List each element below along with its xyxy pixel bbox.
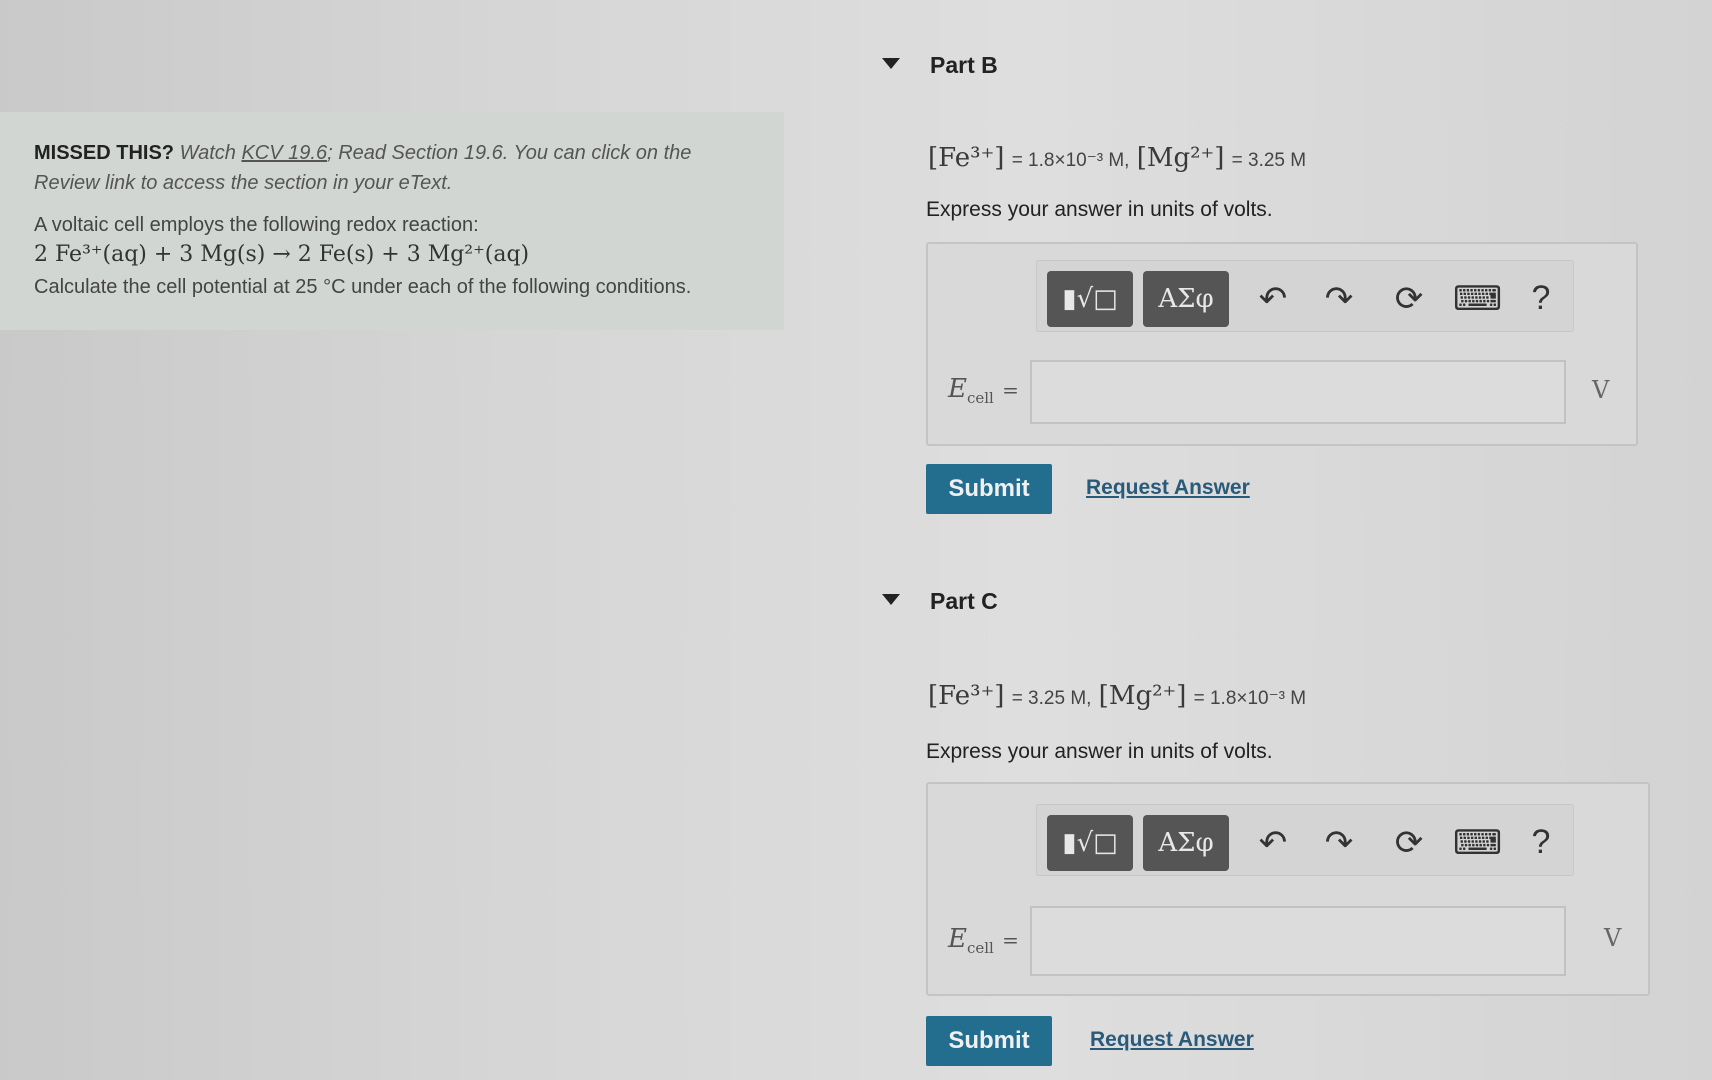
mg-concentration-value: = 1.8×10⁻³ M <box>1193 688 1307 709</box>
part-b-instruction: Express your answer in units of volts. <box>926 198 1273 221</box>
ecell-equals: = <box>1002 928 1019 952</box>
problem-intro: MISSED THIS? Watch KCV 19.6; Read Sectio… <box>0 112 784 330</box>
unit-label: V <box>1604 924 1622 952</box>
symbols-button[interactable]: ΑΣφ <box>1143 815 1229 871</box>
reaction-intro: A voltaic cell employs the following red… <box>34 214 479 236</box>
symbols-button[interactable]: ΑΣφ <box>1143 271 1229 327</box>
templates-button[interactable]: ▮√□ <box>1047 271 1133 327</box>
request-answer-link[interactable]: Request Answer <box>1090 1028 1254 1052</box>
help-icon[interactable]: ? <box>1519 823 1563 862</box>
fe-concentration-label: [Fe³⁺] <box>928 143 1005 173</box>
fe-concentration-value: = 1.8×10⁻³ M <box>1011 150 1125 171</box>
keyboard-icon[interactable]: ⌨ <box>1453 279 1502 319</box>
condition-separator: , <box>1124 150 1130 171</box>
reset-icon[interactable]: ⟳ <box>1387 279 1431 319</box>
missed-label: MISSED THIS? <box>34 142 175 164</box>
fe-concentration-value: = 3.25 M <box>1011 688 1087 709</box>
undo-icon[interactable]: ↶ <box>1251 823 1295 863</box>
collapse-part-c-icon[interactable] <box>882 594 900 605</box>
part-b-conditions: [Fe³⁺] = 1.8×10⁻³ M, [Mg²⁺] = 3.25 M <box>928 142 1306 173</box>
reset-icon[interactable]: ⟳ <box>1387 823 1431 863</box>
request-answer-link[interactable]: Request Answer <box>1086 476 1250 500</box>
ecell-equals: = <box>1002 378 1019 402</box>
part-c-instruction: Express your answer in units of volts. <box>926 740 1273 763</box>
ecell-answer-input[interactable] <box>1030 906 1566 976</box>
keyboard-icon[interactable]: ⌨ <box>1453 823 1502 863</box>
submit-button[interactable]: Submit <box>926 1016 1052 1066</box>
part-c-answer-box: ▮√□ ΑΣφ ↶ ↷ ⟳ ⌨ ? Ecell = V <box>926 782 1650 996</box>
help-icon[interactable]: ? <box>1519 279 1563 318</box>
submit-button[interactable]: Submit <box>926 464 1052 514</box>
ecell-label: Ecell = <box>948 924 1019 957</box>
unit-label: V <box>1592 376 1610 404</box>
condition-separator: , <box>1086 688 1092 709</box>
part-c-conditions: [Fe³⁺] = 3.25 M, [Mg²⁺] = 1.8×10⁻³ M <box>928 680 1306 711</box>
ecell-symbol: E <box>948 374 967 404</box>
templates-button[interactable]: ▮√□ <box>1047 815 1133 871</box>
mg-concentration-value: = 3.25 M <box>1231 150 1307 171</box>
math-toolbar: ▮√□ ΑΣφ ↶ ↷ ⟳ ⌨ ? <box>1036 260 1574 332</box>
undo-icon[interactable]: ↶ <box>1251 279 1295 319</box>
part-b-answer-box: ▮√□ ΑΣφ ↶ ↷ ⟳ ⌨ ? Ecell = V <box>926 242 1638 446</box>
ecell-subscript: cell <box>966 389 994 408</box>
redo-icon[interactable]: ↷ <box>1317 279 1361 319</box>
redox-reaction: 2 Fe³⁺(aq) + 3 Mg(s) → 2 Fe(s) + 3 Mg²⁺(… <box>34 242 530 267</box>
part-b-title: Part B <box>930 52 998 78</box>
ecell-answer-input[interactable] <box>1030 360 1566 424</box>
redo-icon[interactable]: ↷ <box>1317 823 1361 863</box>
question-text: Calculate the cell potential at 25 °C un… <box>34 276 692 298</box>
kcv-link[interactable]: KCV 19.6 <box>241 142 327 164</box>
missed-this-line: MISSED THIS? Watch KCV 19.6; Read Sectio… <box>34 138 752 198</box>
part-c-title: Part C <box>930 588 998 614</box>
missed-text: Watch <box>179 142 236 164</box>
ecell-symbol: E <box>948 924 967 954</box>
mg-concentration-label: [Mg²⁺] <box>1098 681 1187 711</box>
collapse-part-b-icon[interactable] <box>882 58 900 69</box>
mg-concentration-label: [Mg²⁺] <box>1136 143 1225 173</box>
math-toolbar: ▮√□ ΑΣφ ↶ ↷ ⟳ ⌨ ? <box>1036 804 1574 876</box>
fe-concentration-label: [Fe³⁺] <box>928 681 1005 711</box>
ecell-subscript: cell <box>966 939 994 958</box>
ecell-label: Ecell = <box>948 374 1019 407</box>
